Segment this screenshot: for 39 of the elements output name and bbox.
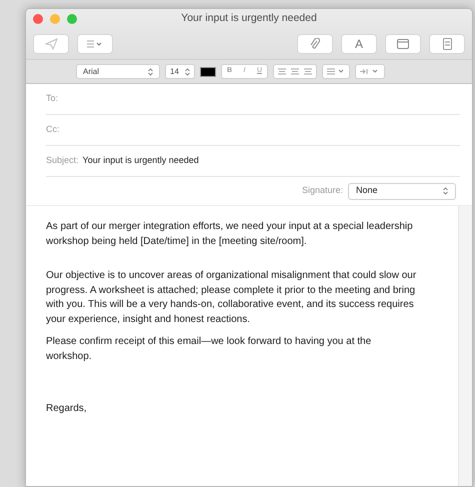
alignment-buttons[interactable]	[273, 64, 317, 79]
header-fields-button[interactable]	[77, 34, 113, 54]
body-paragraph: Regards,	[46, 402, 88, 416]
browser-button[interactable]	[385, 34, 421, 54]
attach-button[interactable]	[297, 34, 333, 54]
format-button[interactable]: A	[341, 34, 377, 54]
window-title: Your input is urgently needed	[180, 11, 318, 26]
indent-button[interactable]	[355, 64, 385, 79]
up-down-arrows-icon	[443, 187, 448, 195]
close-icon[interactable]	[33, 14, 43, 24]
up-down-arrows-icon	[148, 68, 153, 76]
list-caret-icon	[327, 68, 345, 75]
text-color-swatch[interactable]	[200, 66, 216, 76]
align-icon	[304, 68, 312, 75]
paper-plane-icon	[44, 38, 58, 50]
list-button[interactable]	[322, 64, 350, 79]
subject-field[interactable]: Your input is urgently needed	[82, 154, 199, 168]
list-caret-icon	[87, 40, 103, 48]
font-select[interactable]: Arial	[76, 64, 160, 79]
align-icon	[291, 68, 299, 75]
indent-caret-icon	[360, 68, 380, 75]
up-down-arrows-icon	[185, 68, 190, 76]
signature-label: Signature:	[302, 184, 343, 198]
body-paragraph: As part of our merger integration efforts, we need your input at a special leadership workshop being held [Date/time] in the [meeting site/room].	[46, 220, 414, 248]
align-icon	[278, 68, 286, 75]
field-label: To:	[46, 92, 58, 106]
document-icon	[442, 38, 452, 50]
zoom-icon[interactable]	[67, 14, 77, 24]
body-paragraph: Our objective is to uncover areas of organizational misalignment that could slow our progress. A worksheet is attached; please complete it prior to the meeting and bring with you. This will be a very hands-on, collaborative event, and its success requires your experience, insight and honest reactions.	[46, 269, 418, 326]
size-select[interactable]: 14	[165, 64, 195, 79]
minimize-icon[interactable]	[50, 14, 60, 24]
paperclip-icon	[310, 38, 320, 50]
signature-select[interactable]: None	[348, 182, 456, 200]
photo-button[interactable]	[429, 34, 465, 54]
body-paragraph: Please confirm receipt of this email—we look forward to having you at the workshop.	[46, 335, 372, 364]
field-label: Subject:	[46, 154, 79, 168]
send-button[interactable]	[33, 34, 69, 54]
field-label: Cc:	[46, 123, 60, 136]
window-icon	[397, 39, 409, 49]
